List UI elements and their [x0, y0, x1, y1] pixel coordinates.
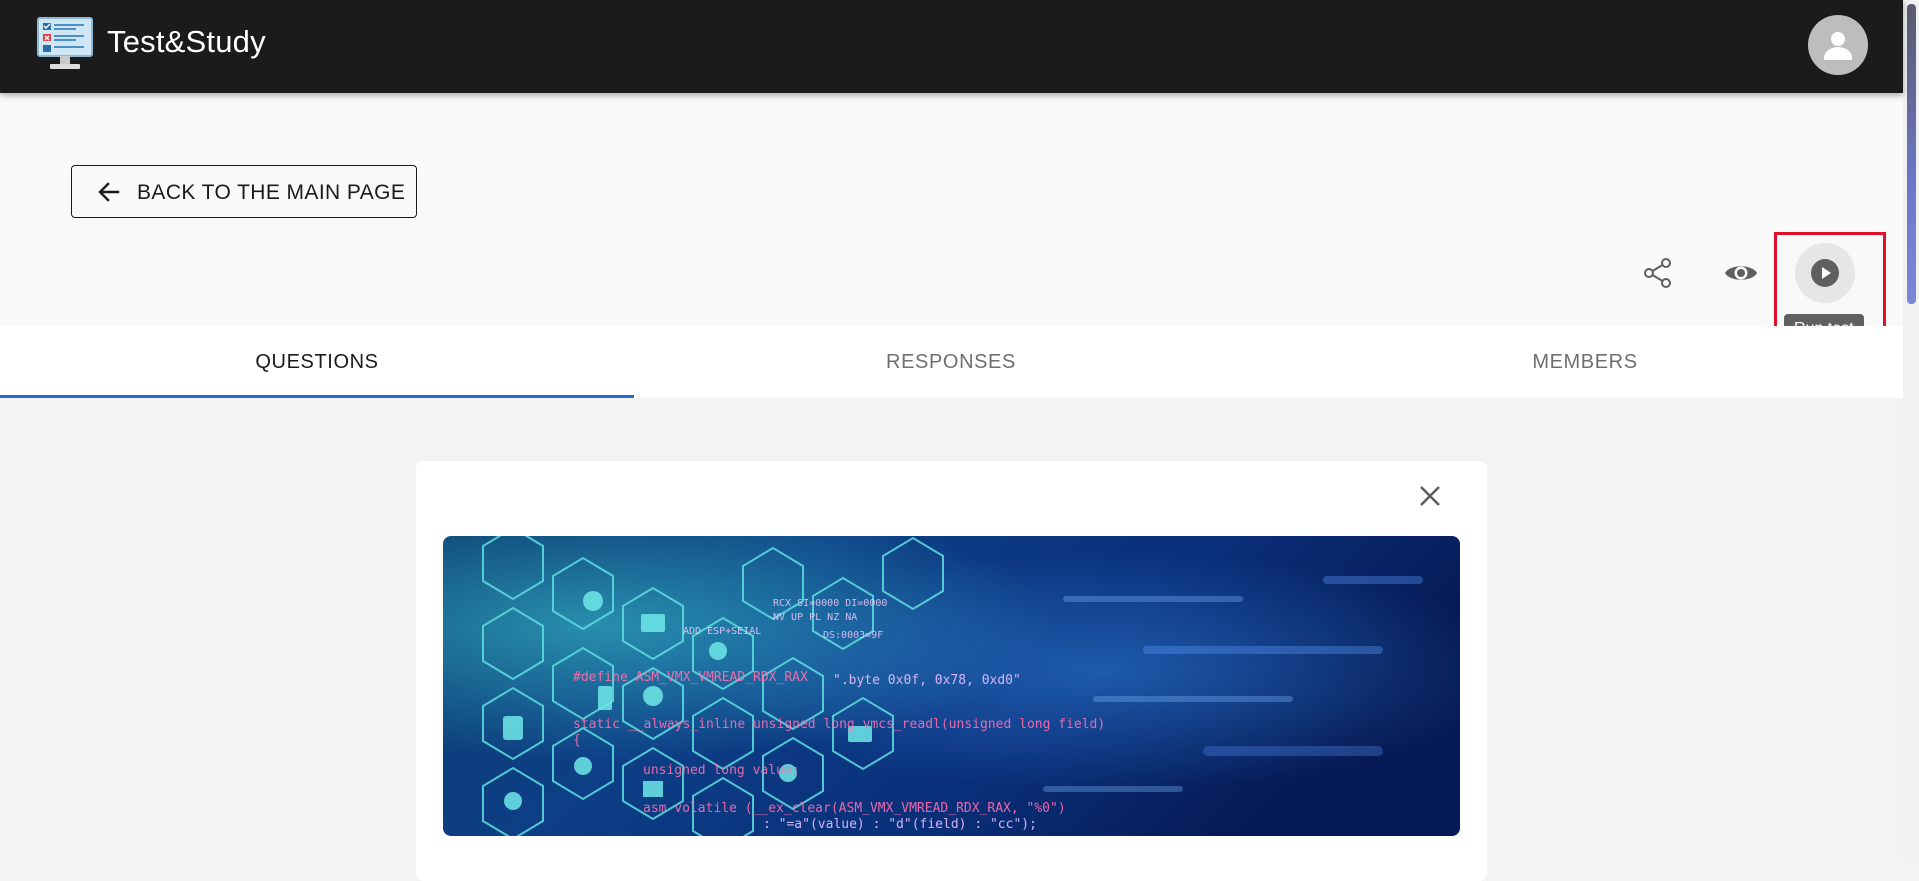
- user-avatar-button[interactable]: [1808, 15, 1868, 75]
- svg-text:#define ASM_VMX_VMREAD_RDX_RAX: #define ASM_VMX_VMREAD_RDX_RAX: [573, 670, 808, 685]
- close-icon: [1420, 486, 1440, 506]
- svg-text:RCX SI=0000 DI=0000: RCX SI=0000 DI=0000: [773, 598, 887, 609]
- person-icon: [1824, 32, 1852, 60]
- tab-responses-label: RESPONSES: [886, 350, 1016, 373]
- svg-text:DS:0003=9F: DS:0003=9F: [823, 630, 883, 641]
- svg-text:asm volatile (__ex_clear(ASM_V: asm volatile (__ex_clear(ASM_VMX_VMREAD_…: [643, 801, 1066, 816]
- svg-text:static __always_inline unsigne: static __always_inline unsigned long vmc…: [573, 717, 1105, 732]
- preview-button[interactable]: [1711, 243, 1771, 303]
- tab-questions-label: QUESTIONS: [255, 350, 379, 373]
- test-cover-image: #define ASM_VMX_VMREAD_RDX_RAX ".byte 0x…: [443, 536, 1460, 836]
- arrow-left-icon: [98, 181, 120, 203]
- tab-members-label: MEMBERS: [1532, 350, 1638, 373]
- tech-banner-image: #define ASM_VMX_VMREAD_RDX_RAX ".byte 0x…: [443, 536, 1460, 836]
- back-to-main-page-button[interactable]: BACK TO THE MAIN PAGE: [71, 165, 417, 218]
- tab-questions[interactable]: QUESTIONS: [0, 326, 634, 398]
- play-circle-icon: [1811, 259, 1839, 287]
- svg-text:NV UP PL NZ NA: NV UP PL NZ NA: [773, 612, 857, 623]
- svg-text:ADD ESP+SEIAL: ADD ESP+SEIAL: [683, 626, 761, 637]
- tab-responses[interactable]: RESPONSES: [634, 326, 1268, 398]
- app-logo-icon: [36, 16, 94, 72]
- svg-text:: "=a"(value) : "d"(field) : ": : "=a"(value) : "d"(field) : "cc");: [763, 817, 1037, 832]
- app-title: Test&Study: [107, 24, 266, 59]
- close-button[interactable]: [1406, 472, 1454, 520]
- tab-members[interactable]: MEMBERS: [1268, 326, 1902, 398]
- share-button[interactable]: [1628, 243, 1688, 303]
- svg-text:unsigned long value;: unsigned long value;: [643, 763, 800, 778]
- app-bar: Test&Study: [0, 0, 1903, 93]
- scrollbar-thumb[interactable]: [1907, 4, 1916, 304]
- run-test-button[interactable]: [1795, 243, 1855, 303]
- eye-icon: [1725, 266, 1757, 280]
- svg-text:{: {: [573, 733, 581, 748]
- back-button-label: BACK TO THE MAIN PAGE: [137, 181, 406, 204]
- share-icon: [1644, 258, 1671, 288]
- svg-text:".byte 0x0f, 0x78, 0xd0": ".byte 0x0f, 0x78, 0xd0": [833, 673, 1021, 688]
- tab-bar: QUESTIONS RESPONSES MEMBERS: [0, 326, 1903, 398]
